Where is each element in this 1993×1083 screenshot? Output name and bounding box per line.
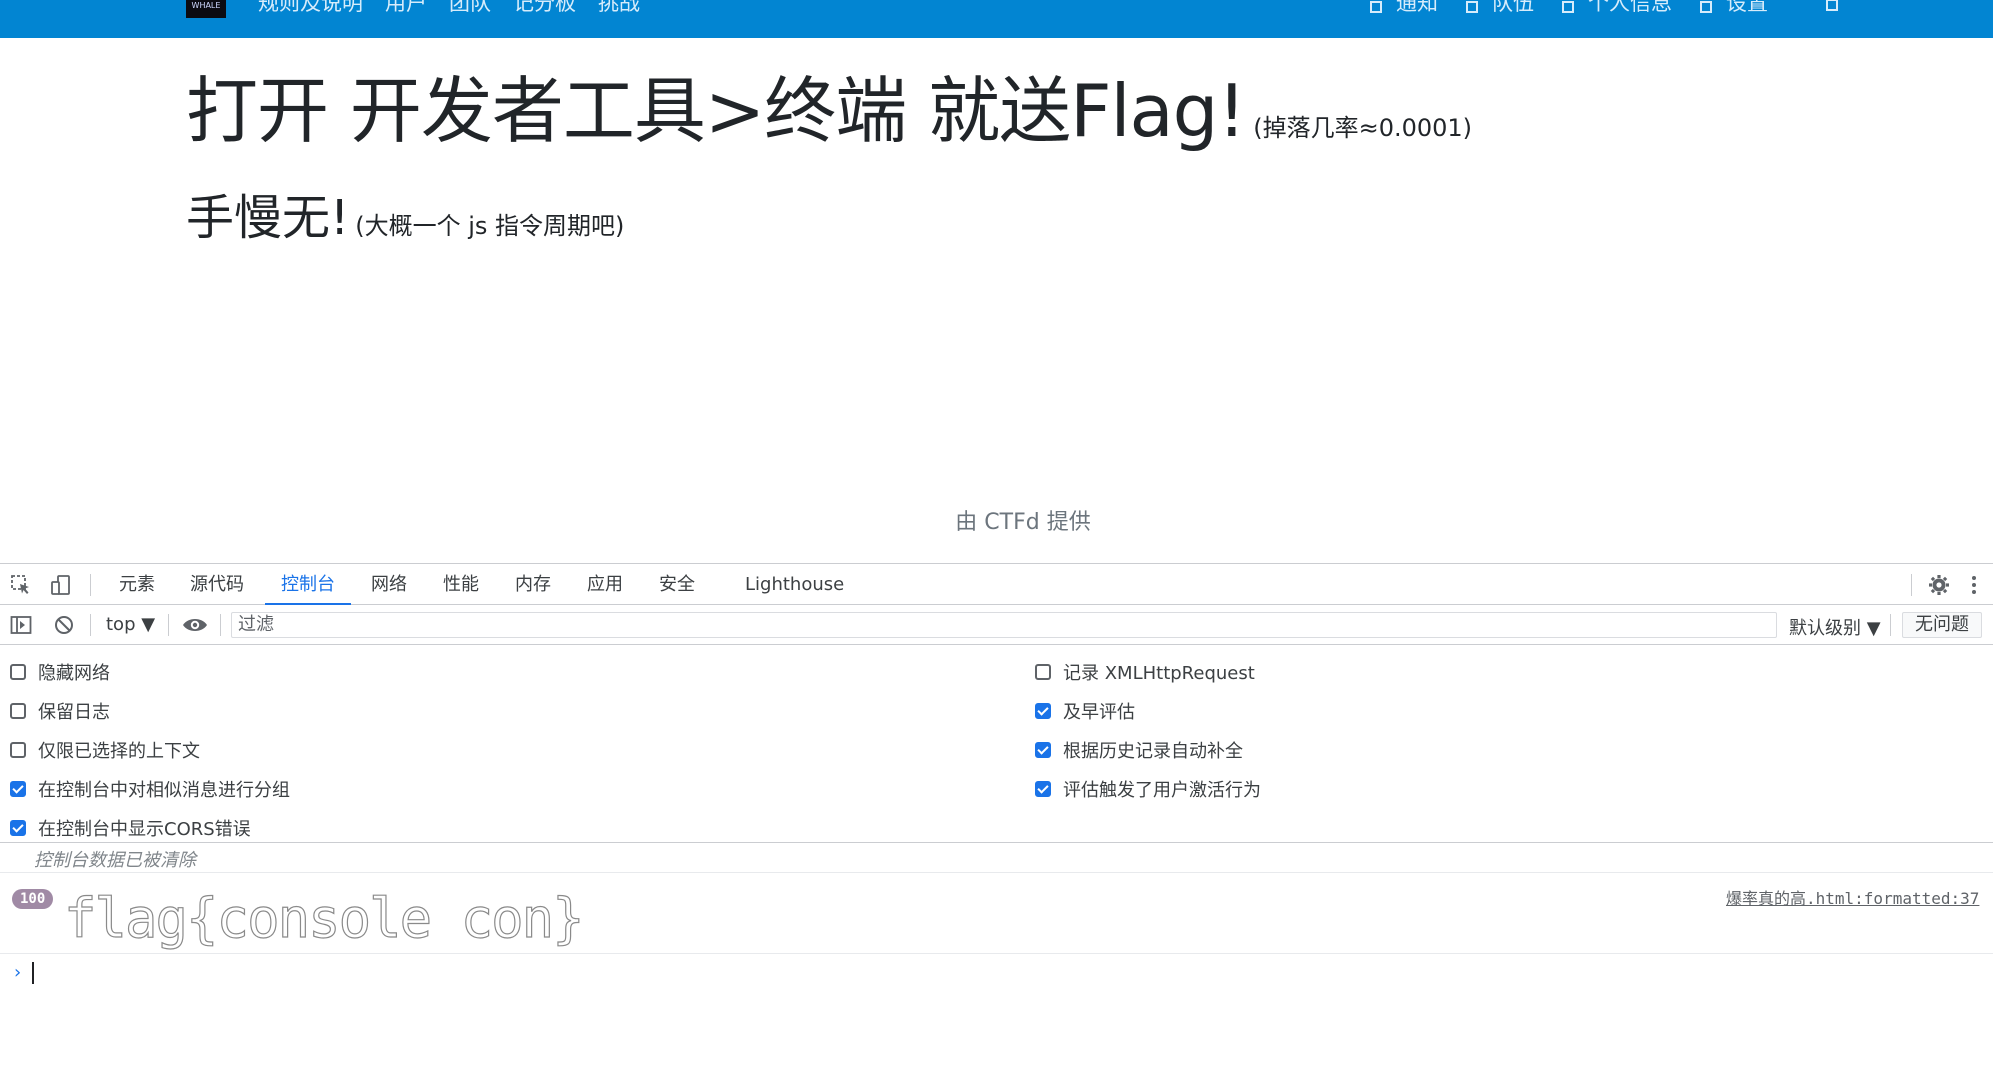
option-label: 评估触发了用户激活行为 — [1063, 780, 1261, 801]
option-eager-evaluation[interactable]: 及早评估 — [1035, 698, 1135, 724]
option-label: 隐藏网络 — [38, 663, 110, 684]
option-label: 根据历史记录自动补全 — [1063, 741, 1243, 762]
nav-link-teams[interactable]: 团队 — [449, 0, 491, 14]
toolbar-divider — [90, 614, 91, 636]
top-navbar: WHALE 规则及说明 用户 团队 记分板 挑战 通知 队伍 个人信息 设置 — [0, 0, 1993, 38]
checkbox[interactable] — [1035, 703, 1051, 719]
page-footer: 由 CTFd 提供 — [955, 510, 1091, 535]
option-log-xhr[interactable]: 记录 XMLHttpRequest — [1035, 659, 1255, 685]
more-options-icon[interactable] — [1970, 574, 1978, 596]
checkbox[interactable] — [10, 703, 26, 719]
log-level-selector[interactable]: 默认级别 ▼ — [1789, 614, 1881, 640]
nav-link-challenges[interactable]: 挑战 — [598, 0, 640, 14]
issues-button[interactable]: 无问题 — [1902, 612, 1982, 638]
nav-link-settings-label: 设置 — [1726, 0, 1768, 15]
tab-network[interactable]: 网络 — [371, 564, 407, 605]
toolbar-divider — [220, 614, 221, 636]
repeat-count-badge: 100 — [12, 889, 54, 909]
team-icon — [1466, 1, 1478, 13]
toolbar-divider — [1911, 574, 1912, 596]
nav-link-profile[interactable]: 个人信息 — [1562, 0, 1672, 14]
logout-icon — [1826, 0, 1838, 11]
nav-link-team[interactable]: 队伍 — [1466, 0, 1534, 14]
sidebar-toggle-icon[interactable] — [10, 614, 32, 636]
checkbox[interactable] — [1035, 664, 1051, 680]
nav-left-links: 规则及说明 用户 团队 记分板 挑战 — [258, 0, 662, 14]
nav-link-team-label: 队伍 — [1492, 0, 1534, 15]
page-subtitle: 手慢无! (大概一个 js 指令周期吧) — [186, 178, 624, 248]
nav-link-scoreboard[interactable]: 记分板 — [513, 0, 576, 14]
eye-icon[interactable] — [182, 614, 208, 636]
console-message-text[interactable]: flag{console con} — [63, 886, 585, 950]
option-label: 保留日志 — [38, 702, 110, 723]
source-link[interactable]: 爆率真的高.html:formatted:37 — [1726, 885, 1979, 909]
page-subtitle-text: 手慢无! — [186, 190, 350, 246]
option-hide-network[interactable]: 隐藏网络 — [10, 659, 110, 685]
toolbar-divider — [168, 614, 169, 636]
nav-link-notifications-label: 通知 — [1396, 0, 1438, 15]
nav-link-settings[interactable]: 设置 — [1700, 0, 1768, 14]
page-title-text: 打开 开发者工具>终端 就送Flag! — [186, 69, 1246, 153]
checkbox[interactable] — [10, 820, 26, 836]
context-selector[interactable]: top ▼ — [106, 614, 155, 635]
tab-security[interactable]: 安全 — [659, 564, 695, 605]
nav-link-notifications[interactable]: 通知 — [1370, 0, 1438, 14]
devtools-panel: 元素 源代码 控制台 网络 性能 内存 应用 安全 Lighthouse top… — [0, 563, 1993, 1083]
gear-icon — [1700, 1, 1712, 13]
toolbar-divider — [90, 574, 91, 596]
option-label: 及早评估 — [1063, 702, 1135, 723]
inspect-element-icon[interactable] — [10, 574, 32, 596]
tab-memory[interactable]: 内存 — [515, 564, 551, 605]
bell-icon — [1370, 1, 1382, 13]
tab-sources[interactable]: 源代码 — [190, 564, 244, 605]
site-logo[interactable]: WHALE — [186, 0, 226, 18]
nav-link-rules[interactable]: 规则及说明 — [258, 0, 363, 14]
tab-performance[interactable]: 性能 — [443, 564, 479, 605]
logout-button[interactable] — [1826, 0, 1840, 11]
nav-right-links: 通知 队伍 个人信息 设置 — [1370, 0, 1796, 14]
page-title: 打开 开发者工具>终端 就送Flag! (掉落几率≈0.0001) — [186, 52, 1472, 157]
option-show-cors-errors[interactable]: 在控制台中显示CORS错误 — [10, 815, 251, 841]
option-selected-context-only[interactable]: 仅限已选择的上下文 — [10, 737, 200, 763]
nav-link-profile-label: 个人信息 — [1588, 0, 1672, 15]
console-prompt-icon: › — [12, 962, 23, 983]
filter-input[interactable]: 过滤 — [231, 612, 1777, 638]
option-label: 记录 XMLHttpRequest — [1063, 663, 1255, 684]
tab-console[interactable]: 控制台 — [265, 564, 351, 605]
tab-application[interactable]: 应用 — [587, 564, 623, 605]
option-group-similar[interactable]: 在控制台中对相似消息进行分组 — [10, 776, 290, 802]
console-input-caret[interactable] — [32, 962, 34, 984]
checkbox[interactable] — [1035, 742, 1051, 758]
user-icon — [1562, 1, 1574, 13]
option-label: 仅限已选择的上下文 — [38, 741, 200, 762]
devtools-tabbar: 元素 源代码 控制台 网络 性能 内存 应用 安全 Lighthouse — [0, 564, 1993, 605]
page-subtitle-note: (大概一个 js 指令周期吧) — [355, 212, 625, 240]
option-autocomplete-history[interactable]: 根据历史记录自动补全 — [1035, 737, 1243, 763]
checkbox[interactable] — [10, 781, 26, 797]
checkbox[interactable] — [10, 664, 26, 680]
tab-lighthouse[interactable]: Lighthouse — [745, 564, 844, 605]
toolbar-divider — [1890, 614, 1891, 636]
console-message: 100 flag{console con} 爆率真的高.html:formatt… — [0, 873, 1993, 954]
option-label: 在控制台中显示CORS错误 — [38, 819, 251, 840]
checkbox[interactable] — [10, 742, 26, 758]
nav-link-users[interactable]: 用户 — [385, 0, 427, 14]
option-label: 在控制台中对相似消息进行分组 — [38, 780, 290, 801]
device-toolbar-icon[interactable] — [50, 574, 72, 596]
gear-icon[interactable] — [1928, 574, 1950, 596]
page-title-note: (掉落几率≈0.0001) — [1253, 114, 1473, 142]
tab-elements[interactable]: 元素 — [119, 564, 155, 605]
console-settings: 隐藏网络 保留日志 仅限已选择的上下文 在控制台中对相似消息进行分组 在控制台中… — [0, 646, 1993, 843]
checkbox[interactable] — [1035, 781, 1051, 797]
clear-console-icon[interactable] — [53, 614, 75, 636]
option-preserve-log[interactable]: 保留日志 — [10, 698, 110, 724]
console-cleared-message: 控制台数据已被清除 — [34, 850, 196, 871]
console-toolbar: top ▼ 过滤 默认级别 ▼ 无问题 — [0, 605, 1993, 645]
option-user-activation[interactable]: 评估触发了用户激活行为 — [1035, 776, 1261, 802]
